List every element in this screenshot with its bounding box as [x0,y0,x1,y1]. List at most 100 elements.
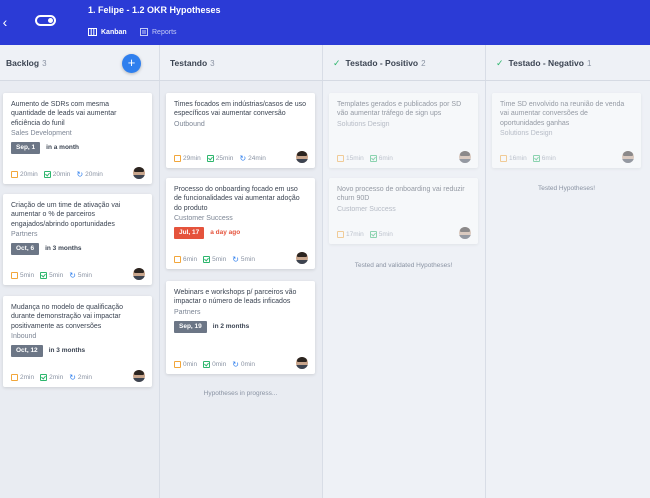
due-relative: in 3 months [45,245,82,253]
hypothesis-card[interactable]: Templates gerados e publicados por SD vã… [329,93,478,168]
time-estimate: 2min [20,374,35,381]
sync-icon: ↻ [232,360,239,369]
check-icon [203,361,211,368]
hypothesis-card[interactable]: Processo do onboarding focado em uso de … [166,178,315,269]
page-title: 1. Felipe - 1.2 OKR Hypotheses [88,5,221,15]
card-team: Outbound [174,120,205,128]
time-sync: 2min [77,374,92,381]
column-header-positivo: ✓ Testado - Positivo 2 [333,49,478,77]
hypothesis-card[interactable]: Mudança no modelo de qualificação durant… [3,296,152,387]
chevron-left-icon[interactable]: ‹ [0,12,10,32]
time-estimate: 16min [509,155,527,162]
card-title: Aumento de SDRs com mesma quantidade de … [11,101,117,127]
due-date-badge: Sep, 19 [174,320,207,333]
column-count: 3 [210,58,215,68]
column-note: Tested Hypotheses! [537,185,596,192]
tab-reports-label: Reports [152,28,177,36]
clock-icon [174,256,181,263]
hypothesis-card[interactable]: Times focados em indústrias/casos de uso… [166,93,315,168]
card-title: Mudança no modelo de qualificação durant… [11,304,124,330]
avatar [296,252,308,264]
card-title: Templates gerados e publicados por SD vã… [337,101,462,118]
hypothesis-card[interactable]: Novo processo de onboarding vai reduzir … [329,178,478,244]
check-icon [203,256,211,263]
due-date-badge: Sep, 1 [11,141,41,154]
card-team: Solutions Design [337,120,390,128]
card-metrics: 5min 5min ↻ 5min [11,271,98,280]
check-icon [532,155,540,162]
due-date-badge: Oct, 12 [11,344,43,357]
sync-icon: ↻ [239,154,247,163]
clock-icon [11,171,18,178]
hypothesis-card[interactable]: Time SD envolvido na reunião de venda va… [492,93,641,168]
column-header-backlog: Backlog 3 [6,49,116,77]
column-note: Hypotheses in progress... [203,390,278,397]
sync-icon: ↻ [76,170,84,179]
time-done: 5min [212,256,227,263]
card-metrics: 17min 5min [337,231,399,238]
clock-icon [337,155,344,162]
tab-kanban[interactable]: Kanban [88,26,127,38]
avatar [133,370,145,382]
clock-icon [500,155,507,162]
time-estimate: 15min [346,155,364,162]
clock-icon [11,272,18,279]
clock-icon [174,155,181,162]
tab-reports[interactable]: Reports [140,26,177,38]
clock-icon [337,231,344,238]
due-date-badge: Oct, 6 [11,242,40,255]
sync-icon: ↻ [69,271,76,280]
due-relative: in 2 months [212,323,250,331]
time-done: 20min [52,171,71,178]
check-icon [369,155,377,162]
time-sync: 24min [248,155,266,162]
check-icon [43,171,51,178]
time-sync: 5min [240,256,255,263]
time-sync: 0min [240,361,255,368]
check-icon: ✓ [333,57,341,68]
app-header: ‹ 1. Felipe - 1.2 OKR Hypotheses Kanban … [0,0,650,45]
card-metrics: 2min 2min ↻ 2min [11,373,98,382]
sync-icon: ↻ [69,373,76,382]
toggle-icon[interactable] [35,15,56,26]
card-team: Inbound [11,332,37,340]
time-estimate: 20min [20,171,38,178]
hypothesis-card[interactable]: Criação de um time de ativação vai aumen… [3,194,152,285]
card-metrics: 29min 25min ↻ 24min [174,154,272,163]
hypothesis-card[interactable]: Aumento de SDRs com mesma quantidade de … [3,93,152,184]
card-metrics: 16min 6min [500,155,562,162]
column-note: Tested and validated Hypotheses! [354,262,453,269]
check-icon: ✓ [496,57,504,68]
card-team: Customer Success [174,214,233,222]
hypothesis-card[interactable]: Webinars e workshops p/ parceiros vão im… [166,281,315,374]
reports-icon [140,28,148,36]
due-relative: in 3 months [48,347,86,355]
card-title: Webinars e workshops p/ parceiros vão im… [174,289,297,306]
time-estimate: 29min [183,155,201,162]
column-header-negativo: ✓ Testado - Negativo 1 [496,49,641,77]
check-icon [40,374,48,381]
column-name: Backlog [6,58,40,68]
card-metrics: 15min 6min [337,155,399,162]
card-title: Novo processo de onboarding vai reduzir … [337,186,465,203]
time-done: 5min [49,272,64,279]
header-underline [0,80,650,81]
kanban-icon [88,28,97,36]
column-divider [322,45,323,498]
card-team: Partners [11,230,38,238]
time-estimate: 0min [183,361,198,368]
card-metrics: 0min 0min ↻ 0min [174,360,261,369]
due-relative: a day ago [210,229,241,237]
card-title: Processo do onboarding focado em uso de … [174,186,300,212]
time-done: 25min [215,155,234,162]
column-divider [159,45,160,498]
card-team: Customer Success [337,205,396,213]
check-icon [40,272,48,279]
add-hypothesis-button[interactable]: + [122,54,141,73]
column-name: Testado - Positivo [345,58,419,68]
tab-kanban-label: Kanban [101,28,127,36]
due-date-badge: Jul, 17 [174,226,205,239]
time-estimate: 17min [346,231,364,238]
time-done: 0min [212,361,227,368]
time-done: 6min [378,155,393,162]
